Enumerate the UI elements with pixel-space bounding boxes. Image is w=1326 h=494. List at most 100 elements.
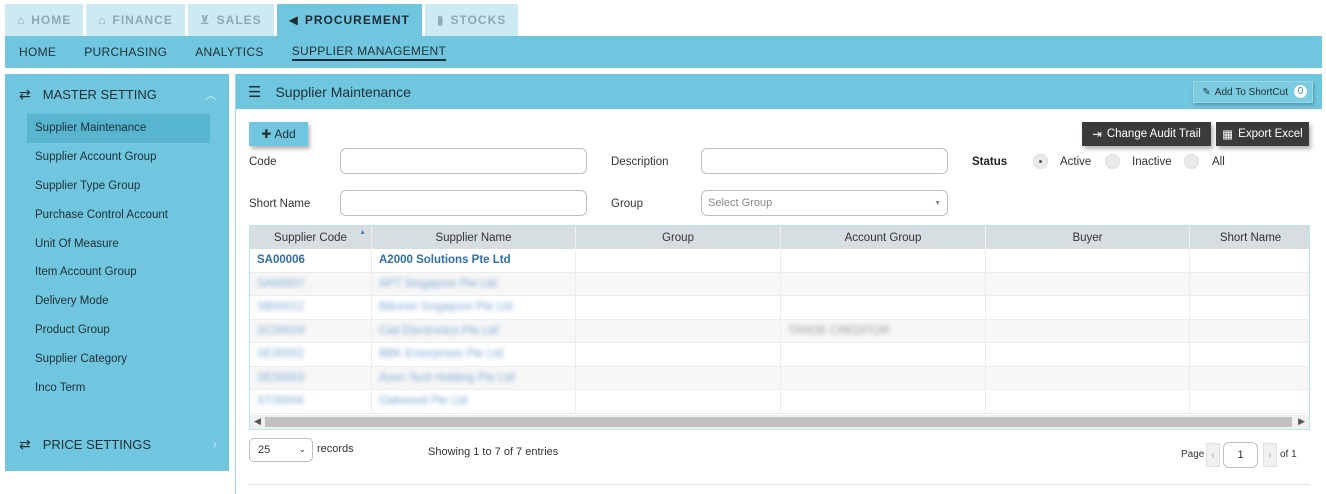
change-audit-trail-label: Change Audit Trail	[1106, 128, 1201, 140]
table-row[interactable]: SC00024 Ciat Electronics Pte Ltd TRADE C…	[250, 319, 1309, 343]
subnav-supplier-management[interactable]: SUPPLIER MANAGEMENT	[291, 44, 447, 61]
subnav-home[interactable]: HOME	[19, 45, 56, 59]
page-length-value: 25	[258, 444, 271, 456]
sub-navigation: HOME PURCHASING ANALYTICS SUPPLIER MANAG…	[5, 36, 1322, 68]
bar-chart-icon: ▮	[436, 13, 445, 27]
supplier-name-cell[interactable]: BBK Enterprises Pte Ltd	[379, 348, 503, 360]
table-row[interactable]: SA00006 A2000 Solutions Pte Ltd	[250, 249, 1309, 273]
sign-out-icon: ⇥	[1092, 129, 1102, 141]
change-audit-trail-button[interactable]: ⇥ Change Audit Trail	[1082, 122, 1211, 146]
account-group-cell	[781, 343, 986, 366]
supplier-name-cell[interactable]: Ciat Electronics Pte Ltd	[379, 325, 499, 337]
col-account-group[interactable]: Account Group	[781, 226, 986, 249]
page-label: Page	[1181, 449, 1205, 460]
module-tab-stocks[interactable]: ▮ STOCKS	[424, 4, 519, 36]
sidebar-item-inco-term[interactable]: Inco Term	[27, 373, 210, 402]
panel-header: ☰ Supplier Maintenance ✎ Add To ShortCut…	[236, 74, 1322, 109]
col-supplier-code[interactable]: Supplier Code ▲	[250, 226, 372, 249]
group-cell	[576, 366, 781, 389]
col-short-name[interactable]: Short Name	[1190, 226, 1309, 249]
scrollbar-thumb[interactable]	[265, 417, 1292, 427]
status-inactive-radio[interactable]	[1105, 154, 1120, 169]
scroll-right-icon[interactable]: ▶	[1298, 416, 1305, 427]
add-to-shortcut-button[interactable]: ✎ Add To ShortCut 0	[1193, 81, 1313, 103]
page-number-input[interactable]: 1	[1223, 442, 1258, 468]
code-input[interactable]	[340, 148, 587, 174]
sidebar-item-supplier-account-group[interactable]: Supplier Account Group	[27, 143, 210, 172]
sidebar-item-supplier-type-group[interactable]: Supplier Type Group	[27, 172, 210, 201]
sidebar-section-price-settings[interactable]: ⇄ PRICE SETTINGS ›	[5, 424, 229, 464]
subnav-analytics[interactable]: ANALYTICS	[195, 45, 264, 59]
group-label: Group	[611, 198, 643, 210]
sidebar: ⇄ MASTER SETTING ︿ Supplier Maintenance …	[5, 74, 229, 471]
main-panel: ☰ Supplier Maintenance ✎ Add To ShortCut…	[235, 74, 1322, 494]
table-row[interactable]: SB00012 Bikonet Singapore Pte Ltd	[250, 296, 1309, 320]
group-select[interactable]: Select Group ▼	[701, 190, 948, 216]
col-group[interactable]: Group	[576, 226, 781, 249]
table-row[interactable]: SE00002 BBK Enterprises Pte Ltd	[250, 343, 1309, 367]
module-tab-procurement[interactable]: ◀ PROCUREMENT	[276, 4, 422, 36]
table-row[interactable]: SE00003 Azen Tech Holding Pte Ltd	[250, 366, 1309, 390]
col-buyer[interactable]: Buyer	[986, 226, 1190, 249]
code-label: Code	[249, 156, 277, 168]
page-length-select[interactable]: 25 ⌄	[249, 438, 313, 462]
supplier-code-cell[interactable]: ST00004	[257, 395, 304, 407]
buyer-cell	[986, 319, 1190, 342]
sidebar-item-supplier-category[interactable]: Supplier Category	[27, 344, 210, 373]
table-row[interactable]: ST00004 Oakwood Pte Ltd	[250, 390, 1309, 414]
account-group-cell	[781, 249, 986, 272]
sidebar-section-master-setting[interactable]: ⇄ MASTER SETTING ︿	[5, 74, 229, 114]
export-excel-button[interactable]: ▦ Export Excel	[1216, 122, 1309, 146]
table-row[interactable]: SA00007 APT Singapore Pte Ltd	[250, 272, 1309, 296]
account-group-cell	[781, 366, 986, 389]
hamburger-menu-icon[interactable]: ☰	[248, 83, 261, 101]
group-cell	[576, 296, 781, 319]
supplier-code-cell[interactable]: SA00007	[257, 278, 304, 290]
next-page-button[interactable]: ›	[1263, 443, 1277, 467]
short-name-label: Short Name	[249, 198, 311, 210]
sidebar-item-product-group[interactable]: Product Group	[27, 316, 210, 345]
buyer-cell	[986, 296, 1190, 319]
supplier-code-cell[interactable]: SC00024	[257, 325, 305, 337]
module-tab-sales[interactable]: ⊻ SALES	[187, 4, 274, 36]
supplier-code-cell[interactable]: SA00006	[250, 249, 372, 272]
module-tab-home[interactable]: ⌂ HOME	[5, 4, 84, 36]
page-of-label: of 1	[1280, 449, 1297, 460]
status-active-radio[interactable]	[1033, 154, 1048, 169]
supplier-name-cell[interactable]: Oakwood Pte Ltd	[379, 395, 467, 407]
prev-page-button[interactable]: ‹	[1206, 443, 1220, 467]
group-cell	[576, 272, 781, 295]
module-tab-finance[interactable]: ⌂ FINANCE	[86, 4, 185, 36]
short-name-cell	[1190, 320, 1309, 343]
add-button[interactable]: ✚ Add	[249, 122, 308, 146]
excel-icon: ▦	[1222, 129, 1234, 141]
buyer-cell	[986, 343, 1190, 366]
module-tab-label: PROCUREMENT	[304, 13, 410, 27]
account-group-cell	[781, 390, 986, 413]
scroll-left-icon[interactable]: ◀	[254, 416, 261, 427]
description-input[interactable]	[701, 148, 948, 174]
buyer-cell	[986, 249, 1190, 272]
supplier-name-cell[interactable]: A2000 Solutions Pte Ltd	[372, 249, 576, 272]
sidebar-item-supplier-maintenance[interactable]: Supplier Maintenance	[27, 114, 210, 143]
supplier-code-cell[interactable]: SB00012	[257, 301, 304, 313]
horizontal-scrollbar[interactable]: ◀ ▶	[250, 415, 1309, 429]
group-cell	[576, 249, 781, 272]
supplier-name-cell[interactable]: Azen Tech Holding Pte Ltd	[379, 372, 514, 384]
sidebar-item-purchase-control-account[interactable]: Purchase Control Account	[27, 200, 210, 229]
short-name-input[interactable]	[340, 190, 587, 216]
supplier-name-cell[interactable]: APT Singapore Pte Ltd	[379, 278, 496, 290]
sort-asc-icon: ▲	[359, 229, 366, 236]
add-to-shortcut-label: Add To ShortCut	[1214, 86, 1288, 98]
short-name-cell	[1190, 296, 1309, 319]
sidebar-item-delivery-mode[interactable]: Delivery Mode	[27, 287, 210, 316]
supplier-name-cell[interactable]: Bikonet Singapore Pte Ltd	[379, 301, 513, 313]
subnav-purchasing[interactable]: PURCHASING	[84, 45, 167, 59]
buyer-cell	[986, 272, 1190, 295]
supplier-code-cell[interactable]: SE00002	[257, 348, 304, 360]
supplier-code-cell[interactable]: SE00003	[257, 372, 304, 384]
col-supplier-name[interactable]: Supplier Name	[372, 226, 576, 249]
sidebar-item-unit-of-measure[interactable]: Unit Of Measure	[27, 229, 210, 258]
sidebar-item-item-account-group[interactable]: Item Account Group	[27, 258, 210, 287]
status-all-radio[interactable]	[1184, 154, 1199, 169]
